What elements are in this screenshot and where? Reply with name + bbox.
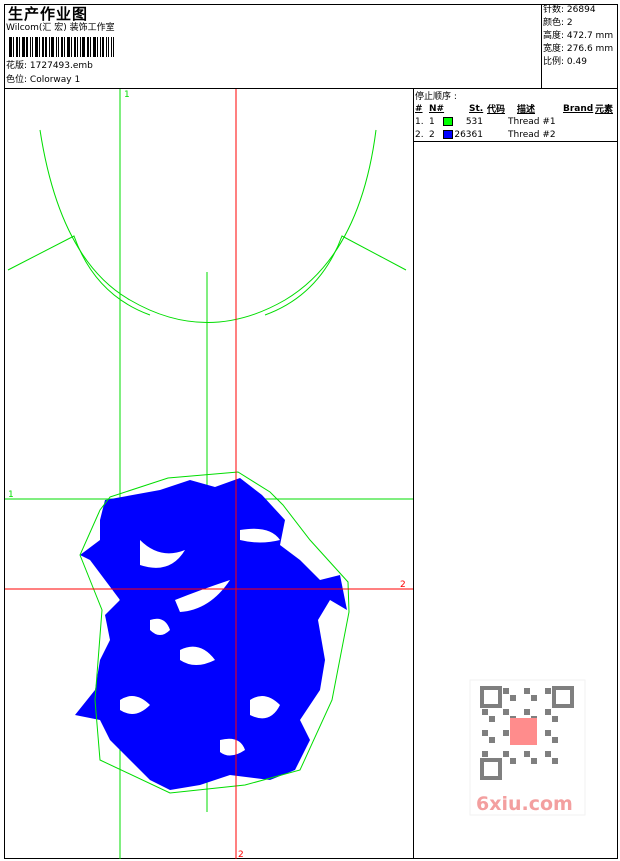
marker-h2: 2 xyxy=(400,580,406,590)
qr-module xyxy=(510,758,516,764)
qr-module xyxy=(552,737,558,743)
qr-module xyxy=(482,709,488,715)
qr-module xyxy=(545,751,551,757)
qr-module xyxy=(545,730,551,736)
qr-module xyxy=(552,716,558,722)
dragon-embroidery xyxy=(75,478,347,790)
design-canvas: 1 2 1 2 6xiu.com xyxy=(5,89,586,860)
qr-finder xyxy=(480,758,502,780)
qr-module xyxy=(524,751,530,757)
qr-module xyxy=(545,709,551,715)
qr-module xyxy=(503,751,509,757)
qr-module xyxy=(531,758,537,764)
qr-module xyxy=(545,688,551,694)
qr-module xyxy=(489,716,495,722)
watermark-text: 6xiu.com xyxy=(476,793,573,815)
qr-module xyxy=(524,709,530,715)
qr-module xyxy=(503,730,509,736)
marker-h1: 1 xyxy=(8,490,14,500)
qr-module xyxy=(489,737,495,743)
qr-module xyxy=(531,695,537,701)
qr-module xyxy=(482,730,488,736)
watermark: 6xiu.com xyxy=(469,679,586,816)
marker-v2: 2 xyxy=(238,850,244,860)
qr-module xyxy=(524,688,530,694)
qr-module xyxy=(503,688,509,694)
seal-icon xyxy=(510,718,537,745)
qr-finder xyxy=(552,686,574,708)
qr-finder xyxy=(480,686,502,708)
qr-module xyxy=(552,758,558,764)
qr-module xyxy=(482,751,488,757)
qr-module xyxy=(503,709,509,715)
qr-module xyxy=(510,695,516,701)
marker-v1: 1 xyxy=(124,90,130,100)
